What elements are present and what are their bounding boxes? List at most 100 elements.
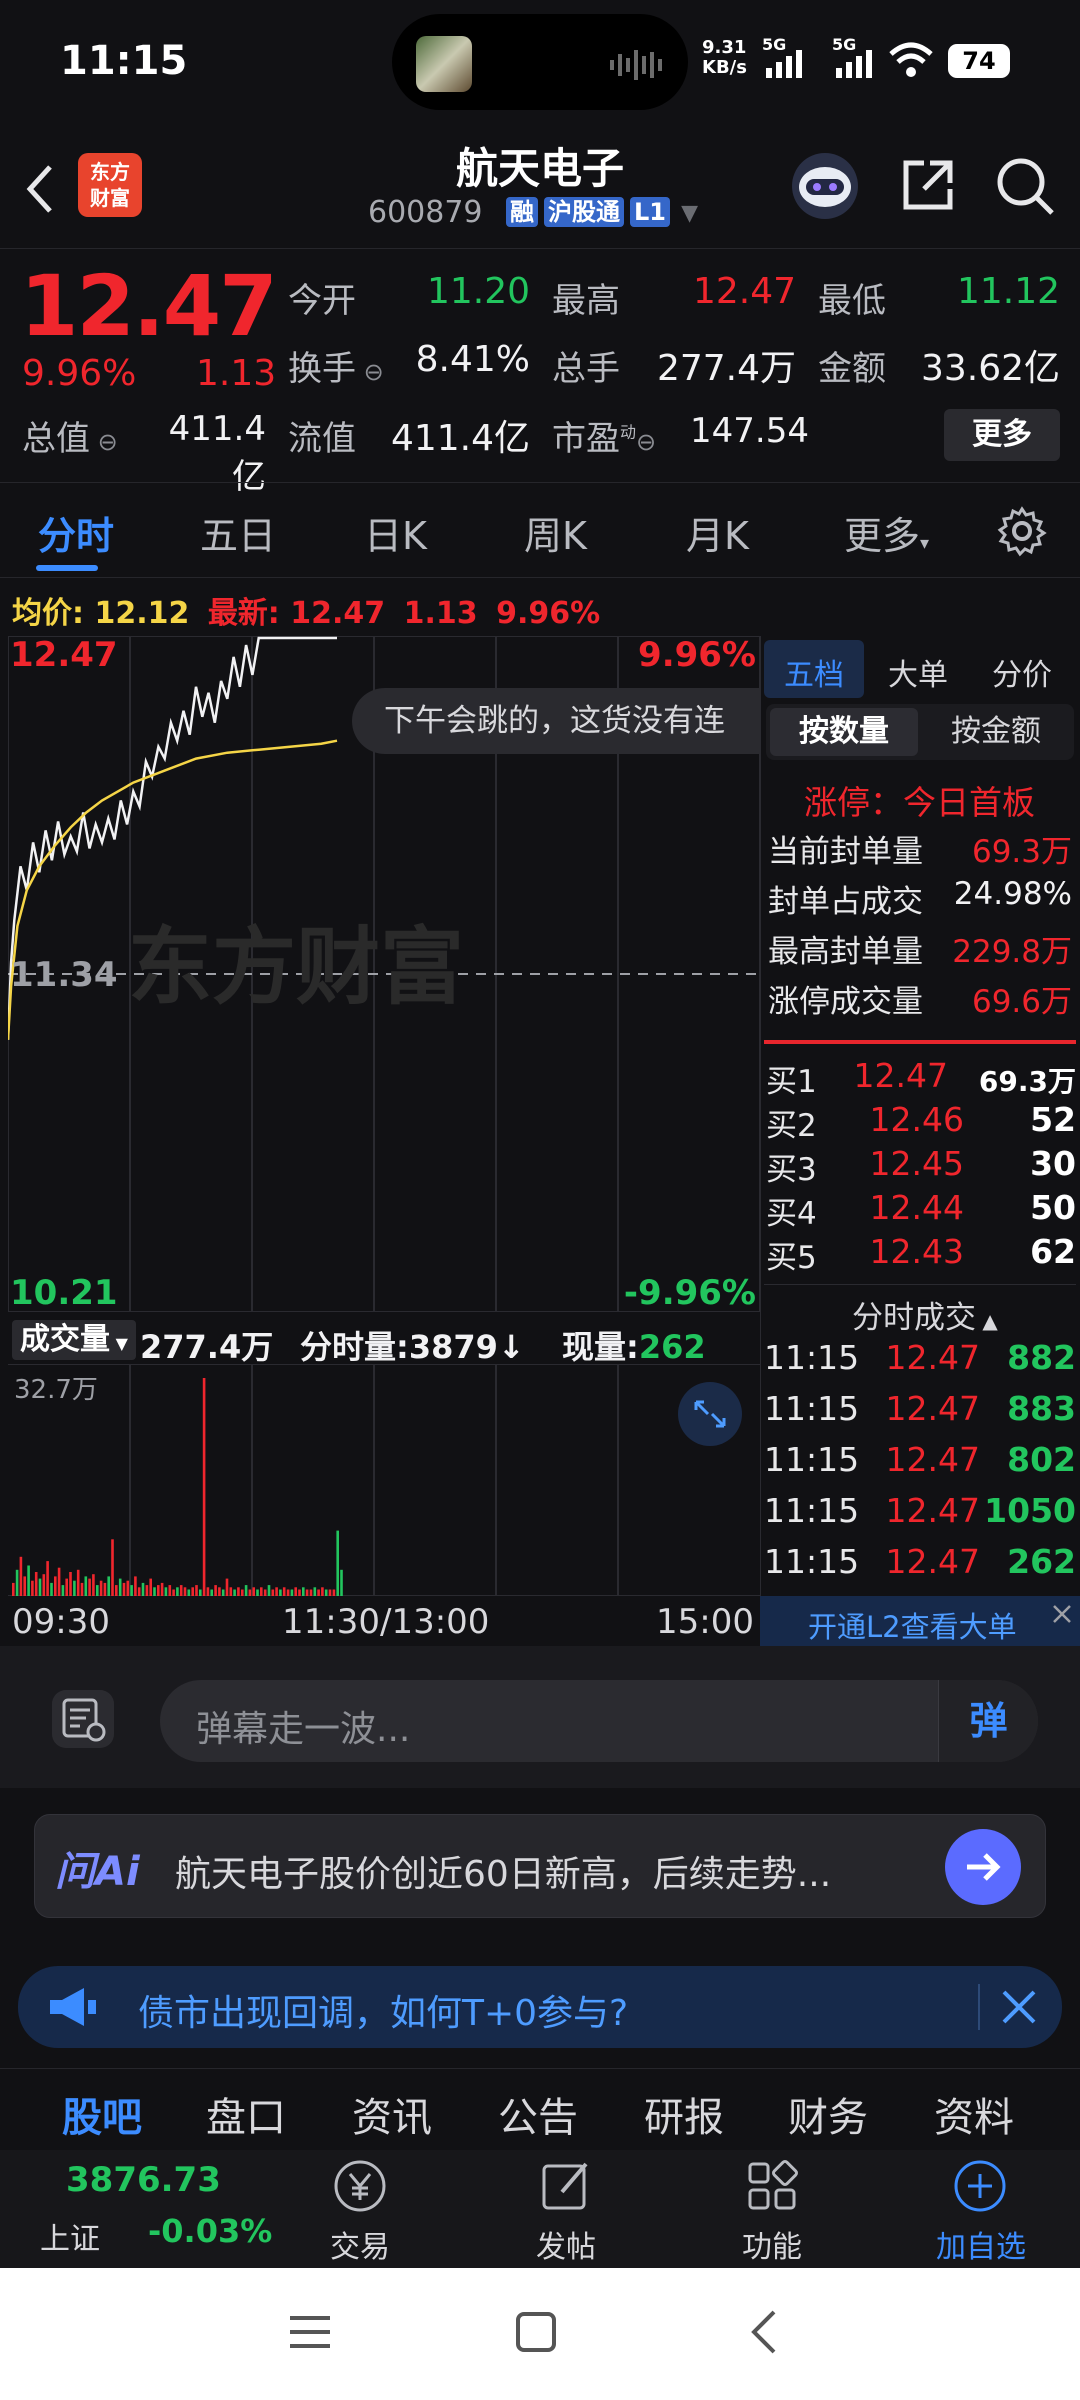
barrage-toggle-button[interactable]: 弹 <box>938 1680 1038 1762</box>
volume-indicator-select[interactable]: 成交量 ▼ <box>12 1320 136 1360</box>
l2-link[interactable]: 开通L2查看大单 <box>808 1604 1017 1646</box>
l2-banner[interactable]: 开通L2查看大单 <box>760 1596 1080 1646</box>
notice-banner[interactable]: 债市出现回调，如何T+0参与? <box>18 1966 1062 2048</box>
tab-forum[interactable]: 股吧 <box>62 2085 142 2143</box>
search-icon[interactable] <box>994 155 1056 217</box>
orderbook-row[interactable]: 买1 12.47 69.3万 <box>760 1056 1080 1100</box>
tab-weekly-k[interactable]: 周K <box>524 505 587 560</box>
volume-chart[interactable]: 32.7万 <box>8 1364 760 1596</box>
nav-functions[interactable]: 功能 <box>712 2150 832 2268</box>
tab-more[interactable]: 更多▾ <box>844 505 929 560</box>
volume-bar <box>225 1578 229 1596</box>
volume-bar <box>302 1587 305 1596</box>
orderbook-row[interactable]: 买2 12.46 52 <box>760 1100 1080 1144</box>
pe-label[interactable]: 市盈动⊖ <box>552 411 656 460</box>
tab-handicap[interactable]: 盘口 <box>206 2085 286 2143</box>
caret-down-icon: ▾ <box>920 533 930 554</box>
settings-gear-icon[interactable] <box>996 505 1048 557</box>
trade-price: 12.47 <box>885 1491 980 1530</box>
clock: 11:15 <box>60 38 188 84</box>
volume-bar <box>34 1572 38 1596</box>
volume-bar <box>160 1582 164 1596</box>
current-volume: 现量:262 <box>562 1322 706 1368</box>
ai-go-button[interactable] <box>945 1829 1021 1905</box>
volume-bar <box>149 1578 152 1596</box>
orderbook-row[interactable]: 买5 12.43 62 <box>760 1232 1080 1276</box>
wifi-icon <box>889 42 933 77</box>
volume-bar <box>122 1582 126 1596</box>
index-value[interactable]: 3876.73 <box>66 2160 221 2200</box>
danmu-bubble: 下午会跳的，这货没有连 <box>352 688 760 754</box>
tab-five-day[interactable]: 五日 <box>200 505 276 560</box>
barrage-input[interactable]: 弹幕走一波... 弹 <box>160 1680 1038 1762</box>
trades-title[interactable]: 分时成交 ▲ <box>852 1292 998 1337</box>
trades-title-text: 分时成交 <box>852 1300 976 1336</box>
signal-icon: 5G <box>832 36 872 78</box>
audio-wave-icon <box>610 50 662 80</box>
close-icon[interactable] <box>996 1984 1042 2030</box>
nav-trade[interactable]: 交易 <box>300 2150 420 2268</box>
tab-announcements[interactable]: 公告 <box>498 2085 578 2143</box>
stock-tags[interactable]: 融沪股通 L1 ▼ <box>506 197 698 227</box>
pct-tick-high: 9.96% <box>638 636 756 675</box>
volume-bar <box>111 1539 114 1596</box>
nav-post[interactable]: 发帖 <box>506 2150 626 2268</box>
mcap-label[interactable]: 总值 ⊖ <box>22 411 118 460</box>
by-quantity-button[interactable]: 按数量 <box>770 708 918 756</box>
more-button[interactable]: 更多 <box>944 409 1060 461</box>
share-icon[interactable] <box>898 155 958 215</box>
stat-value: 69.6万 <box>971 984 1072 1020</box>
robot-assistant-icon[interactable] <box>790 151 860 221</box>
open-value: 11.20 <box>426 271 530 312</box>
volume-bar <box>252 1587 255 1596</box>
recent-apps-icon[interactable] <box>288 2310 332 2354</box>
tab-reports[interactable]: 研报 <box>644 2085 724 2143</box>
home-icon[interactable] <box>514 2310 558 2354</box>
volume-bar <box>153 1587 156 1596</box>
volume-bar <box>275 1587 278 1596</box>
level-label: 买5 <box>766 1240 817 1276</box>
app-logo[interactable]: 东方 财富 <box>78 153 142 217</box>
level-price: 12.43 <box>869 1232 964 1271</box>
back-icon[interactable] <box>742 2308 786 2356</box>
stat-label: 最高封单量 <box>768 934 923 970</box>
tab-big-orders[interactable]: 大单 <box>888 650 948 694</box>
volume-bar <box>313 1587 317 1596</box>
tab-daily-k[interactable]: 日K <box>364 505 427 560</box>
expand-chart-button[interactable] <box>678 1382 742 1446</box>
nav-add-watchlist[interactable]: 加自选 <box>916 2150 1046 2268</box>
barrage-settings-icon[interactable] <box>52 1690 114 1748</box>
close-icon[interactable] <box>1050 1602 1074 1626</box>
level-price: 12.47 <box>853 1056 948 1095</box>
turnover-label[interactable]: 换手 ⊖ <box>288 341 384 390</box>
yuan-coin-icon <box>334 2160 386 2212</box>
chart-period-tabs: 分时 五日 日K 周K 月K 更多▾ <box>0 482 1080 578</box>
volume-bar <box>73 1580 76 1596</box>
volume-bar <box>96 1585 99 1596</box>
media-thumbnail <box>416 36 472 92</box>
tab-five-levels[interactable]: 五档 <box>784 650 844 694</box>
tab-profile[interactable]: 资料 <box>934 2085 1014 2143</box>
battery-icon: 74 <box>948 44 1010 78</box>
ai-assistant-bar[interactable]: 问Ai 航天电子股价创近60日新高，后续走势... <box>34 1814 1046 1918</box>
orderbook-row[interactable]: 买4 12.44 50 <box>760 1188 1080 1232</box>
turnover-label-text: 换手 <box>288 349 356 389</box>
stat-value: 69.3万 <box>971 834 1072 870</box>
volume-bar <box>15 1569 19 1596</box>
trade-price: 12.47 <box>885 1338 980 1377</box>
stat-label: 封单占成交 <box>768 884 923 920</box>
tab-price-dist[interactable]: 分价 <box>992 650 1052 694</box>
change-percent: 9.96% <box>22 353 137 394</box>
tab-monthly-k[interactable]: 月K <box>686 505 749 560</box>
tab-news[interactable]: 资讯 <box>352 2085 432 2143</box>
info-icon: ⊖ <box>636 428 657 456</box>
stat-label: 涨停成交量 <box>768 984 923 1020</box>
by-amount-button[interactable]: 按金额 <box>922 708 1070 756</box>
trade-volume: 802 <box>1007 1440 1076 1479</box>
tab-financials[interactable]: 财务 <box>788 2085 868 2143</box>
tab-intraday[interactable]: 分时 <box>38 505 114 560</box>
orderbook-row[interactable]: 买3 12.45 30 <box>760 1144 1080 1188</box>
volume-value: 277.4万 <box>656 348 796 389</box>
back-arrow-icon[interactable] <box>20 159 60 219</box>
stat-label: 当前封单量 <box>768 834 923 870</box>
